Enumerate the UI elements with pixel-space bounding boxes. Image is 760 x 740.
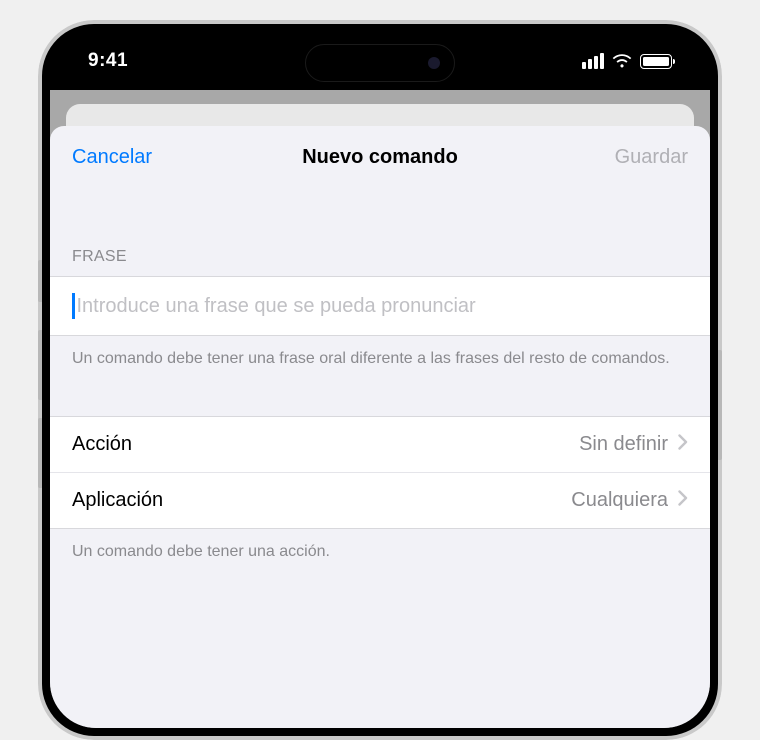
phone-frame: 9:41 Cancelar Nuevo — [38, 20, 722, 740]
chevron-right-icon — [678, 489, 688, 512]
application-value: Cualquiera — [571, 489, 668, 512]
modal-sheet: Cancelar Nuevo comando Guardar FRASE Int… — [50, 126, 710, 728]
phrase-section-footer: Un comando debe tener una frase oral dif… — [50, 336, 710, 370]
navigation-bar: Cancelar Nuevo comando Guardar — [50, 126, 710, 188]
battery-icon — [640, 54, 672, 69]
application-label: Aplicación — [72, 489, 163, 512]
cellular-signal-icon — [582, 53, 604, 69]
action-row[interactable]: Acción Sin definir — [50, 417, 710, 472]
status-time: 9:41 — [88, 50, 128, 72]
status-icons — [582, 53, 672, 69]
chevron-right-icon — [678, 433, 688, 456]
phrase-section-header: FRASE — [50, 188, 710, 276]
save-button[interactable]: Guardar — [578, 146, 688, 169]
options-section-footer: Un comando debe tener una acción. — [50, 529, 710, 563]
application-row[interactable]: Aplicación Cualquiera — [50, 472, 710, 528]
action-value: Sin definir — [579, 433, 668, 456]
phrase-placeholder: Introduce una frase que se pueda pronunc… — [77, 295, 476, 318]
action-label: Acción — [72, 433, 132, 456]
cancel-button[interactable]: Cancelar — [72, 146, 182, 169]
phrase-input[interactable]: Introduce una frase que se pueda pronunc… — [50, 276, 710, 336]
dynamic-island — [305, 44, 455, 82]
front-camera-icon — [428, 57, 440, 69]
page-title: Nuevo comando — [182, 146, 578, 169]
status-bar: 9:41 — [50, 32, 710, 90]
wifi-icon — [612, 54, 632, 69]
text-cursor-icon — [72, 293, 75, 319]
options-list: Acción Sin definir Aplicación Cualquiera — [50, 416, 710, 529]
